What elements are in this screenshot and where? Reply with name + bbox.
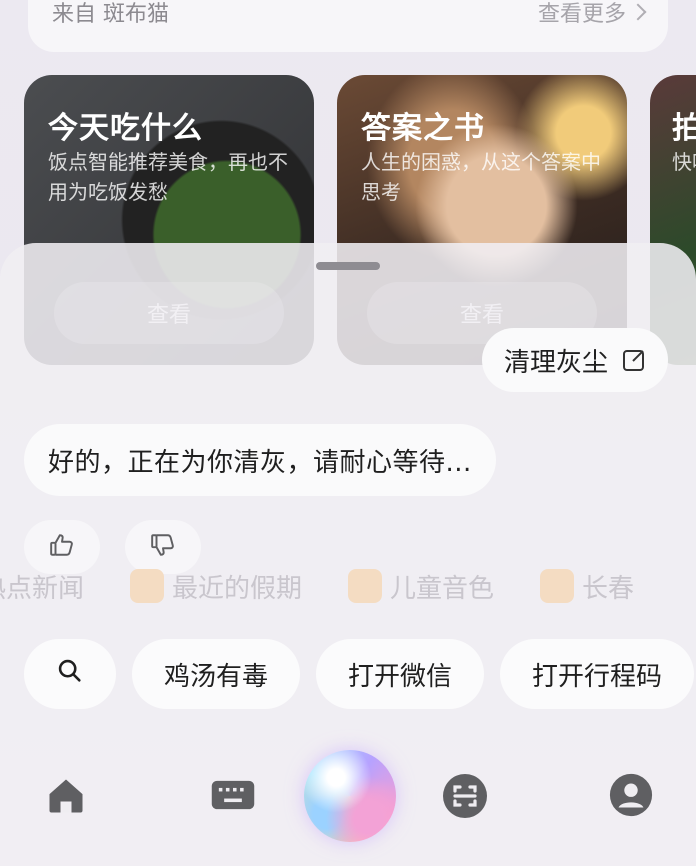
thumbs-down-icon bbox=[150, 532, 176, 562]
quick-chips: 鸡汤有毒 打开微信 打开行程码 bbox=[24, 639, 695, 709]
sheet-grabber[interactable] bbox=[316, 262, 380, 270]
feature-card-desc: 饭点智能推荐美食，再也不用为吃饭发愁 bbox=[48, 150, 288, 204]
edit-icon[interactable] bbox=[622, 348, 646, 372]
chip-open-wechat[interactable]: 打开微信 bbox=[316, 639, 485, 709]
suggestion-item: 长春 bbox=[540, 566, 634, 606]
assistant-message-bubble: 好的，正在为你清灰，请耐心等待... bbox=[24, 424, 496, 496]
search-chip[interactable] bbox=[24, 639, 116, 709]
assistant-sheet: 清理灰尘 好的，正在为你清灰，请耐心等待... 热点新闻 最近的假期 bbox=[0, 243, 696, 866]
suggestion-item: 最近的假期 bbox=[130, 566, 302, 606]
feature-card-desc: 快吃 bbox=[672, 150, 696, 174]
user-message-text: 清理灰尘 bbox=[503, 347, 608, 378]
view-more-label: 查看更多 bbox=[537, 2, 626, 27]
search-icon bbox=[56, 657, 84, 692]
home-icon bbox=[44, 774, 88, 822]
keyboard-icon bbox=[210, 775, 256, 819]
suggestion-item: 儿童音色 bbox=[348, 566, 494, 606]
feature-card-desc: 人生的困惑，从这个答案中思考 bbox=[361, 150, 601, 204]
chevron-right-icon bbox=[629, 3, 647, 21]
thumbs-up-icon bbox=[49, 532, 75, 562]
scan-icon bbox=[441, 772, 489, 824]
home-button[interactable] bbox=[40, 772, 92, 824]
source-card: 来自 斑布猫 查看更多 bbox=[28, 0, 668, 52]
bottom-nav-bar bbox=[0, 740, 696, 866]
keyboard-button[interactable] bbox=[208, 772, 258, 822]
suggestion-item: 热点新闻 bbox=[0, 573, 85, 604]
feature-card-title: 答案之书 bbox=[361, 111, 485, 146]
chip-chicken-soup[interactable]: 鸡汤有毒 bbox=[132, 639, 301, 709]
feature-card-title: 拍 bbox=[672, 111, 696, 146]
scan-button[interactable] bbox=[440, 773, 490, 823]
profile-icon bbox=[608, 772, 654, 822]
feature-card-title: 今天吃什么 bbox=[48, 111, 203, 146]
chip-open-itinerary-code[interactable]: 打开行程码 bbox=[500, 639, 695, 709]
voice-orb-icon[interactable] bbox=[304, 750, 396, 842]
view-more-link[interactable]: 查看更多 bbox=[537, 0, 647, 28]
user-message-bubble[interactable]: 清理灰尘 bbox=[481, 328, 668, 392]
profile-button[interactable] bbox=[607, 773, 655, 821]
source-label: 来自 斑布猫 bbox=[52, 2, 169, 27]
assistant-message-text: 好的，正在为你清灰，请耐心等待... bbox=[48, 447, 472, 478]
background-suggestions: 热点新闻 最近的假期 儿童音色 长春 bbox=[0, 566, 696, 606]
